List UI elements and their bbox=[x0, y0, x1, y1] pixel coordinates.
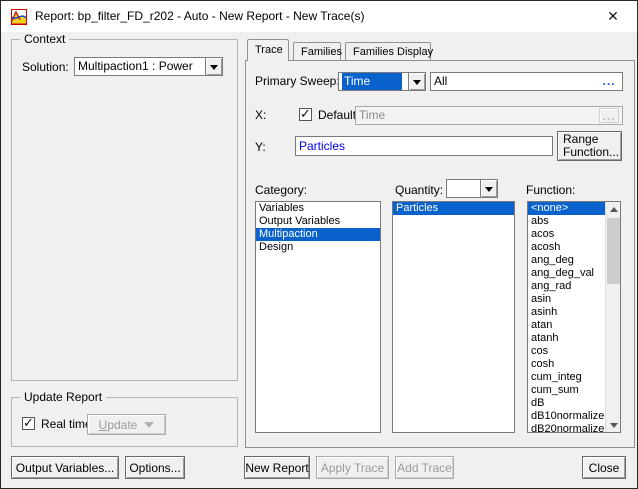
function-list[interactable]: <none> abs acos acosh ang_deg ang_deg_val ang_… bbox=[527, 201, 621, 433]
list-item[interactable]: cum_sum bbox=[528, 384, 605, 397]
quantity-label: Quantity: bbox=[395, 183, 444, 197]
solution-label: Solution: bbox=[22, 60, 69, 74]
list-item[interactable]: ang_rad bbox=[528, 280, 605, 293]
context-group-label: Context bbox=[20, 32, 70, 46]
sweep-range-value: All bbox=[434, 74, 448, 88]
chevron-down-icon[interactable] bbox=[205, 58, 222, 75]
chevron-down-icon[interactable] bbox=[408, 73, 425, 90]
list-item[interactable]: ang_deg_val bbox=[528, 267, 605, 280]
category-list[interactable]: Variables Output Variables Multipaction Des… bbox=[255, 201, 381, 433]
update-report-group: Update Report ✓ Real time Update bbox=[11, 390, 238, 447]
list-item[interactable]: dB bbox=[528, 397, 605, 410]
report-plot-icon bbox=[11, 9, 27, 25]
options-button[interactable]: Options... bbox=[125, 456, 185, 479]
primary-sweep-dropdown[interactable]: Time bbox=[338, 72, 426, 91]
sweep-range-field[interactable]: All ... bbox=[430, 72, 623, 91]
check-icon: ✓ bbox=[23, 415, 34, 430]
tab-trace[interactable]: Trace bbox=[247, 39, 289, 61]
range-function-button[interactable]: Range Function... bbox=[557, 131, 622, 161]
ellipsis-button-disabled: ... bbox=[599, 108, 619, 123]
close-icon[interactable]: ✕ bbox=[603, 1, 623, 32]
quantity-list[interactable]: Particles bbox=[392, 201, 515, 433]
check-icon: ✓ bbox=[300, 106, 311, 121]
window-title: Report: bp_filter_FD_r202 - Auto - New R… bbox=[35, 9, 365, 23]
x-axis-label: X: bbox=[255, 108, 267, 122]
scroll-up-icon[interactable] bbox=[606, 202, 620, 217]
y-value: Particles bbox=[299, 139, 346, 153]
y-axis-label: Y: bbox=[255, 140, 266, 154]
solution-dropdown[interactable]: Multipaction1 : Power bbox=[74, 57, 223, 76]
solution-value: Multipaction1 : Power bbox=[78, 59, 193, 73]
scroll-down-icon[interactable] bbox=[606, 417, 620, 432]
default-checkbox[interactable]: ✓ bbox=[299, 106, 312, 121]
list-item[interactable]: abs bbox=[528, 215, 605, 228]
ellipsis-button[interactable]: ... bbox=[599, 74, 619, 89]
real-time-label: Real time bbox=[41, 417, 92, 431]
list-item[interactable]: cos bbox=[528, 345, 605, 358]
real-time-checkbox[interactable]: ✓ bbox=[22, 415, 35, 430]
update-button[interactable]: Update bbox=[87, 414, 166, 435]
list-item[interactable]: cosh bbox=[528, 358, 605, 371]
close-button[interactable]: Close bbox=[582, 456, 626, 479]
title-bar: Report: bp_filter_FD_r202 - Auto - New R… bbox=[1, 1, 637, 32]
apply-trace-button[interactable]: Apply Trace bbox=[316, 456, 389, 479]
update-report-group-label: Update Report bbox=[20, 390, 107, 404]
chevron-down-icon[interactable] bbox=[480, 180, 497, 197]
chevron-down-icon bbox=[144, 421, 155, 428]
default-label: Default bbox=[318, 108, 357, 122]
category-label: Category: bbox=[255, 183, 308, 197]
list-item[interactable]: atan bbox=[528, 319, 605, 332]
primary-sweep-label: Primary Sweep: bbox=[255, 74, 340, 88]
trace-tab-panel: Primary Sweep: Time All ... X: ✓ Default… bbox=[245, 60, 635, 448]
list-item[interactable]: dB10normalize bbox=[528, 410, 605, 423]
list-item[interactable]: dB20normalize bbox=[528, 423, 605, 432]
list-item[interactable]: Variables bbox=[256, 202, 380, 215]
list-item[interactable]: Multipaction bbox=[256, 228, 380, 241]
list-item[interactable]: Design bbox=[256, 241, 380, 254]
function-label: Function: bbox=[526, 183, 576, 197]
primary-sweep-value: Time bbox=[342, 73, 402, 90]
function-list-scrollbar[interactable] bbox=[605, 202, 620, 432]
context-group: Context Solution: Multipaction1 : Power bbox=[11, 32, 238, 381]
y-value-field[interactable]: Particles bbox=[295, 136, 553, 156]
new-report-button[interactable]: New Report bbox=[244, 456, 310, 479]
scrollbar-thumb[interactable] bbox=[607, 218, 620, 284]
list-item[interactable]: ang_deg bbox=[528, 254, 605, 267]
update-button-label: Update bbox=[98, 417, 138, 432]
list-item[interactable]: atanh bbox=[528, 332, 605, 345]
list-item[interactable]: cum_integ bbox=[528, 371, 605, 384]
x-value: Time bbox=[359, 108, 386, 122]
tab-families[interactable]: Families bbox=[293, 42, 342, 61]
list-item[interactable]: acos bbox=[528, 228, 605, 241]
list-item[interactable]: Output Variables bbox=[256, 215, 380, 228]
report-dialog: Report: bp_filter_FD_r202 - Auto - New R… bbox=[0, 0, 638, 489]
tab-families-display[interactable]: Families Display bbox=[345, 42, 433, 61]
quantity-dropdown[interactable] bbox=[446, 179, 498, 198]
output-variables-button[interactable]: Output Variables... bbox=[11, 456, 119, 479]
x-value-field: Time ... bbox=[355, 106, 623, 125]
list-item[interactable]: asin bbox=[528, 293, 605, 306]
range-function-line2: Function... bbox=[563, 145, 620, 159]
list-item[interactable]: <none> bbox=[528, 202, 605, 215]
list-item[interactable]: asinh bbox=[528, 306, 605, 319]
add-trace-button[interactable]: Add Trace bbox=[395, 456, 454, 479]
list-item[interactable]: Particles bbox=[393, 202, 514, 215]
list-item[interactable]: acosh bbox=[528, 241, 605, 254]
